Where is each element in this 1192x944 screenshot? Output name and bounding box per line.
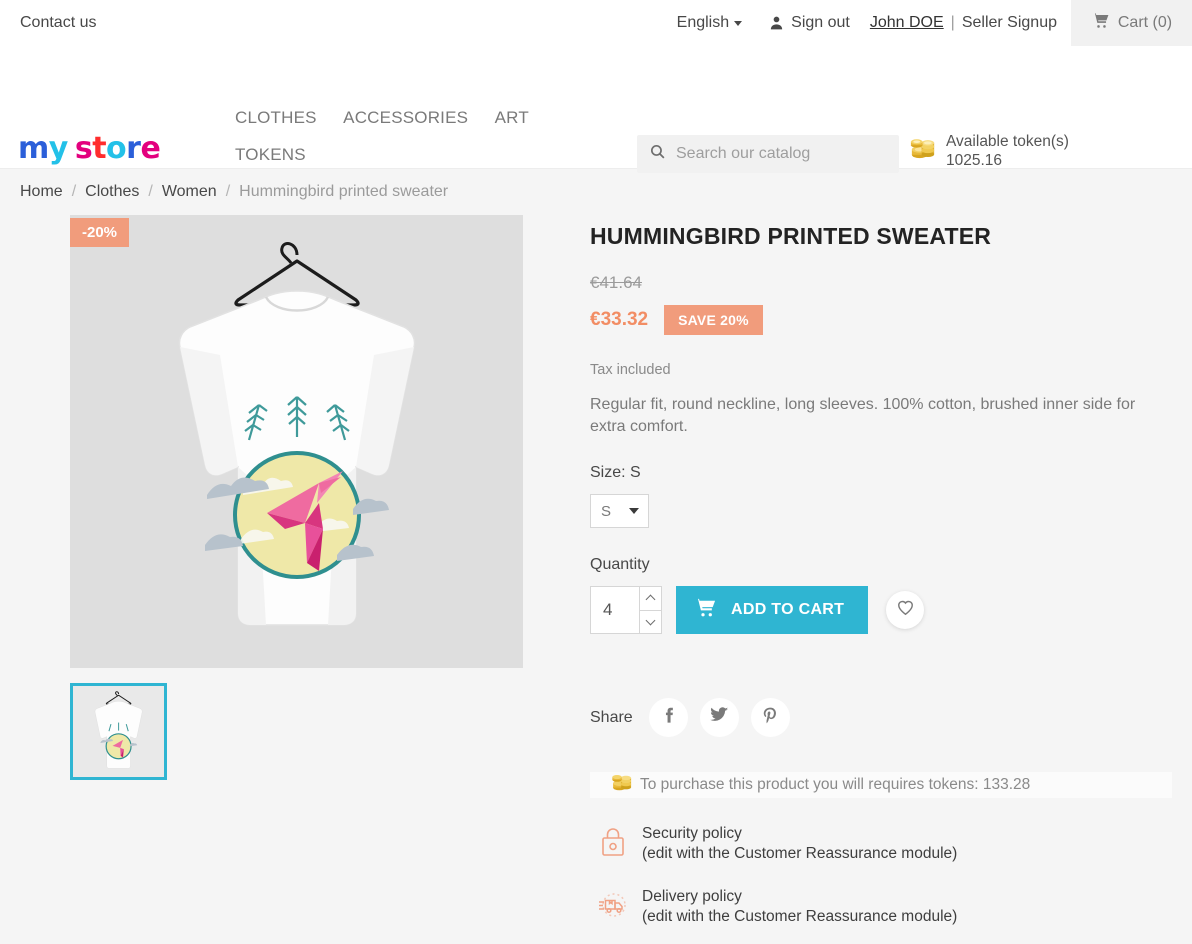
breadcrumb-separator: / (225, 183, 231, 200)
size-select[interactable]: S M L XL (590, 494, 649, 529)
quantity-increase-button[interactable] (640, 587, 661, 611)
chevron-up-icon (645, 594, 656, 605)
site-header: mystore CLOTHES ACCESSORIES ART TOKENS (0, 46, 1192, 173)
available-tokens-block: Available token(s) 1025.16 (908, 132, 1069, 171)
user-account-block: Sign out John DOE | Seller Signup (768, 14, 1057, 32)
cart-icon (1091, 11, 1110, 35)
thumbnail-list (70, 683, 580, 780)
thumbnail-item-1[interactable] (70, 683, 167, 780)
language-selector[interactable]: English (676, 14, 743, 32)
breadcrumb-item-home[interactable]: Home (20, 183, 63, 201)
policy-delivery-title: Delivery policy (642, 887, 742, 905)
nav-item-accessories[interactable]: ACCESSORIES (343, 108, 468, 128)
chevron-down-icon (734, 20, 743, 26)
share-facebook-button[interactable] (648, 698, 688, 738)
policy-delivery-text: Delivery policy (edit with the Customer … (642, 887, 957, 928)
page-title: HUMMINGBIRD PRINTED SWEATER (590, 223, 992, 249)
nav-item-art[interactable]: ART (495, 108, 529, 128)
sign-out-link[interactable]: Sign out (791, 14, 850, 32)
search-input[interactable] (676, 145, 887, 163)
token-amount: 1025.16 (946, 152, 1003, 170)
add-to-cart-row: ADD TO CART (590, 586, 1172, 635)
search-box[interactable] (637, 135, 899, 173)
share-pinterest-button[interactable] (750, 698, 790, 738)
coin-stack-icon (908, 133, 939, 169)
twitter-icon (709, 705, 729, 730)
product-gallery: -20% (20, 215, 580, 944)
quantity-label: Quantity (590, 556, 650, 574)
top-bar: Contact us English Sign out John DOE | S… (0, 0, 1192, 46)
breadcrumb-separator: / (148, 183, 153, 200)
product-page-main: -20% HUMMINGBIRD PRINTED SWEATER €41.64 … (0, 201, 1192, 944)
token-text: Available token(s) 1025.16 (946, 132, 1069, 171)
token-requirement-notice: To purchase this product you will requir… (590, 770, 1172, 800)
share-row: Share (590, 698, 1172, 738)
sweater-illustration (70, 215, 523, 668)
add-to-cart-button[interactable]: ADD TO CART (676, 586, 869, 635)
token-requirement-text: To purchase this product you will requir… (640, 776, 1031, 794)
main-navigation: CLOTHES ACCESSORIES ART TOKENS (235, 108, 625, 182)
pinterest-icon (761, 706, 780, 730)
quantity-stepper-buttons (639, 587, 661, 634)
heart-icon (896, 598, 915, 622)
quantity-stepper[interactable] (590, 586, 662, 635)
site-logo[interactable]: my store (18, 134, 161, 164)
contact-us-link[interactable]: Contact us (20, 14, 96, 32)
truck-icon (598, 889, 628, 926)
person-icon (768, 14, 785, 32)
chevron-down-icon (645, 615, 656, 626)
breadcrumb-item-clothes[interactable]: Clothes (85, 183, 139, 201)
policy-security-title: Security policy (642, 825, 742, 843)
size-select-wrapper: S M L XL (590, 494, 649, 529)
cart-label: Cart (0) (1117, 14, 1173, 31)
share-label: Share (590, 708, 633, 726)
search-icon (649, 143, 666, 165)
thumbnail-image (73, 686, 164, 777)
policies-list: Security policy (edit with the Customer … (590, 824, 1172, 944)
size-label: Size: S (590, 464, 641, 482)
add-to-cart-label: ADD TO CART (731, 601, 845, 619)
price-regular: €41.64 (590, 272, 642, 292)
share-twitter-button[interactable] (699, 698, 739, 738)
separator-pipe: | (950, 14, 955, 31)
save-badge: SAVE 20% (664, 304, 763, 335)
language-label: English (676, 14, 730, 31)
token-label: Available token(s) (946, 133, 1069, 150)
policy-security-subtitle: (edit with the Customer Reassurance modu… (642, 845, 958, 863)
price-row: €33.32 SAVE 20% (590, 304, 1172, 335)
breadcrumb-separator: / (71, 183, 77, 200)
facebook-icon (659, 706, 678, 730)
top-bar-right: English Sign out John DOE | Seller Signu… (677, 0, 1192, 46)
breadcrumb-item-women[interactable]: Women (162, 183, 217, 201)
policy-delivery[interactable]: Delivery policy (edit with the Customer … (590, 887, 1172, 928)
wishlist-button[interactable] (886, 591, 925, 630)
policy-delivery-subtitle: (edit with the Customer Reassurance modu… (642, 908, 958, 926)
cart-button[interactable]: Cart (0) (1071, 0, 1192, 46)
nav-item-clothes[interactable]: CLOTHES (235, 108, 317, 128)
seller-signup-link[interactable]: Seller Signup (962, 14, 1057, 32)
nav-item-tokens[interactable]: TOKENS (235, 145, 306, 165)
product-details: HUMMINGBIRD PRINTED SWEATER €41.64 €33.3… (580, 215, 1172, 944)
policy-security[interactable]: Security policy (edit with the Customer … (590, 824, 1172, 865)
tax-note: Tax included (590, 361, 671, 378)
policy-security-text: Security policy (edit with the Customer … (642, 824, 957, 865)
user-name-link[interactable]: John DOE (870, 14, 944, 32)
quantity-input[interactable] (591, 587, 639, 634)
lock-icon (598, 826, 628, 863)
breadcrumb-item-current: Hummingbird printed sweater (239, 183, 449, 200)
price-current: €33.32 (590, 308, 649, 330)
product-main-image[interactable]: -20% (70, 215, 523, 668)
discount-badge: -20% (70, 218, 130, 247)
product-description: Regular fit, round neckline, long sleeve… (590, 395, 1136, 436)
quantity-decrease-button[interactable] (640, 610, 661, 634)
cart-icon (694, 596, 717, 624)
coin-stack-icon (610, 770, 635, 800)
